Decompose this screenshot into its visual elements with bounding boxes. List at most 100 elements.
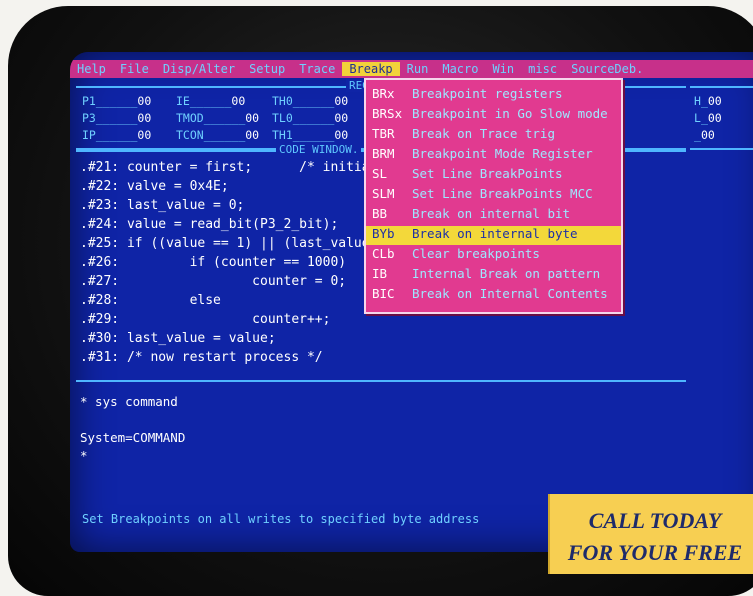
menu-setup[interactable]: Setup bbox=[242, 62, 292, 76]
register-name: TMOD bbox=[176, 111, 204, 125]
menu-item-label: Break on internal byte bbox=[412, 226, 578, 241]
code-line[interactable]: .#30: last_value = value; bbox=[80, 331, 276, 346]
register-value: 00 bbox=[707, 111, 722, 125]
register-underline: ______ bbox=[203, 111, 246, 125]
register-name: IE bbox=[176, 94, 190, 108]
menu-item-code: TBR bbox=[372, 126, 395, 141]
breakpoint-menu-item-brm[interactable]: BRM Breakpoint Mode Register bbox=[366, 146, 621, 165]
command-line: * bbox=[80, 448, 88, 463]
status-line: Set Breakpoints on all writes to specifi… bbox=[82, 512, 480, 526]
register-field: _00 bbox=[694, 128, 715, 142]
code-line[interactable]: .#27: counter = 0; bbox=[80, 274, 346, 289]
register-name: H bbox=[694, 94, 701, 108]
breakpoint-menu-item-clb[interactable]: CLb Clear breakpoints bbox=[366, 246, 621, 265]
code-line[interactable]: .#26: if (counter == 1000) bbox=[80, 255, 346, 270]
menu-file[interactable]: File bbox=[113, 62, 156, 76]
menu-item-code: BIC bbox=[372, 286, 395, 301]
register-value: 00 bbox=[137, 128, 152, 142]
menu-item-label: Breakpoint registers bbox=[412, 86, 563, 101]
breakpoint-menu-item-brx[interactable]: BRx Breakpoint registers bbox=[366, 86, 621, 105]
register-underline: ______ bbox=[292, 111, 335, 125]
menu-run[interactable]: Run bbox=[400, 62, 436, 76]
menu-trace[interactable]: Trace bbox=[292, 62, 342, 76]
register-name: TL0 bbox=[272, 111, 293, 125]
menu-disp-alter[interactable]: Disp/Alter bbox=[156, 62, 242, 76]
register-name: P3 bbox=[82, 111, 96, 125]
menu-item-code: BYb bbox=[372, 226, 395, 241]
menu-macro[interactable]: Macro bbox=[435, 62, 485, 76]
register-field: TH0______00 bbox=[272, 94, 348, 108]
register-value: 00 bbox=[137, 111, 152, 125]
register-field: TCON______00 bbox=[176, 128, 259, 142]
register-field: TH1______00 bbox=[272, 128, 348, 142]
menu-item-code: SLM bbox=[372, 186, 395, 201]
menu-item-label: Break on Internal Contents bbox=[412, 286, 608, 301]
menu-item-label: Clear breakpoints bbox=[412, 246, 540, 261]
banner-line-1: CALL TODAY bbox=[588, 508, 722, 533]
code-line[interactable]: .#21: counter = first; /* initia bbox=[80, 160, 370, 175]
breakpoint-menu-item-brsx[interactable]: BRSx Breakpoint in Go Slow mode bbox=[366, 106, 621, 125]
command-line: * sys command bbox=[80, 394, 178, 409]
breakpoint-menu-item-ib[interactable]: IB Internal Break on pattern bbox=[366, 266, 621, 285]
breakpoint-menu-item-sl[interactable]: SL Set Line BreakPoints bbox=[366, 166, 621, 185]
register-value: 00 bbox=[245, 111, 260, 125]
breakpoint-menu-item-byb[interactable]: BYb Break on internal byte bbox=[366, 226, 621, 245]
menu-sourcedeb[interactable]: SourceDeb. bbox=[564, 62, 650, 76]
menu-item-code: CLb bbox=[372, 246, 395, 261]
register-name: IP bbox=[82, 128, 96, 142]
register-name: TCON bbox=[176, 128, 204, 142]
register-underline: _ bbox=[700, 111, 708, 125]
breakpoint-menu-item-tbr[interactable]: TBR Break on Trace trig bbox=[366, 126, 621, 145]
menu-item-code: BB bbox=[372, 206, 388, 221]
register-underline: ______ bbox=[292, 128, 335, 142]
menu-item-label: Break on internal bit bbox=[412, 206, 571, 221]
menu-item-label: Internal Break on pattern bbox=[412, 266, 601, 281]
code-line[interactable]: .#31: /* now restart process */ bbox=[80, 350, 323, 365]
banner-line-2: FOR YOUR FREE bbox=[567, 540, 743, 565]
promo-banner: CALL TODAY FOR YOUR FREE bbox=[548, 494, 753, 574]
register-field: TMOD______00 bbox=[176, 111, 259, 125]
code-line[interactable]: .#25: if ((value == 1) || (last_value bbox=[80, 236, 370, 251]
register-value: 00 bbox=[245, 128, 260, 142]
register-underline: _ bbox=[700, 94, 708, 108]
register-underline: ______ bbox=[95, 128, 138, 142]
menu-item-label: Set Line BreakPoints MCC bbox=[412, 186, 593, 201]
register-value: 00 bbox=[231, 94, 246, 108]
register-name: TH1 bbox=[272, 128, 293, 142]
menu-item-code: BRx bbox=[372, 86, 395, 101]
register-name: L bbox=[694, 111, 701, 125]
register-value: 00 bbox=[334, 128, 349, 142]
register-field: IE______00 bbox=[176, 94, 245, 108]
code-line[interactable]: .#24: value = read_bit(P3_2_bit); bbox=[80, 217, 338, 232]
register-field: IP______00 bbox=[82, 128, 151, 142]
register-panel-right: H_00 L_00 _00 bbox=[690, 86, 753, 150]
register-field: H_00 bbox=[694, 94, 722, 108]
register-value: 00 bbox=[137, 94, 152, 108]
register-field: P3______00 bbox=[82, 111, 151, 125]
breakpoint-menu-item-bic[interactable]: BIC Break on Internal Contents bbox=[366, 286, 621, 305]
code-line[interactable]: .#23: last_value = 0; bbox=[80, 198, 244, 213]
code-window-title: CODE WINDOW. bbox=[276, 143, 362, 156]
breakpoint-menu-item-bb[interactable]: BB Break on internal bit bbox=[366, 206, 621, 225]
menu-item-code: SL bbox=[372, 166, 388, 181]
code-line[interactable]: .#22: valve = 0x4E; bbox=[80, 179, 229, 194]
menu-help[interactable]: Help bbox=[70, 62, 113, 76]
menu-item-label: Break on Trace trig bbox=[412, 126, 555, 141]
register-underline: ______ bbox=[203, 128, 246, 142]
menu-bar: Help File Disp/Alter Setup Trace Breakp Run Mac… bbox=[70, 60, 753, 78]
register-value: 00 bbox=[707, 94, 722, 108]
register-underline: ______ bbox=[292, 94, 335, 108]
menu-breakp[interactable]: Breakp bbox=[342, 62, 400, 76]
command-line: System=COMMAND bbox=[80, 430, 186, 445]
code-line[interactable]: .#28: else bbox=[80, 293, 221, 308]
code-line[interactable]: .#29: counter++; bbox=[80, 312, 330, 327]
register-name: P1 bbox=[82, 94, 96, 108]
register-field: L_00 bbox=[694, 111, 722, 125]
breakpoint-menu-item-slm[interactable]: SLM Set Line BreakPoints MCC bbox=[366, 186, 621, 205]
menu-misc[interactable]: misc bbox=[521, 62, 564, 76]
register-field: TL0______00 bbox=[272, 111, 348, 125]
menu-item-label: Set Line BreakPoints bbox=[412, 166, 563, 181]
menu-win[interactable]: Win bbox=[485, 62, 521, 76]
register-underline: _ bbox=[694, 128, 701, 142]
register-underline: ______ bbox=[95, 94, 138, 108]
